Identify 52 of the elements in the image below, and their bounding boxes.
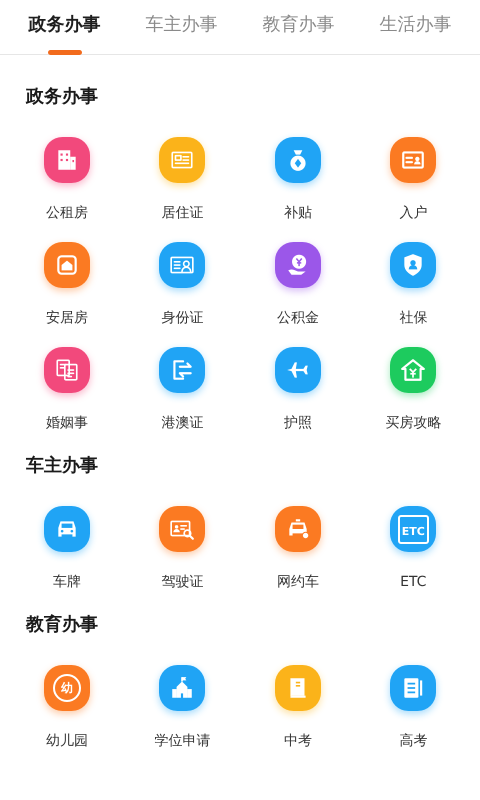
service-label: ETC [400,574,426,590]
service-label: 身份证 [161,310,204,326]
category-tab[interactable]: 教育办事 [240,0,357,54]
service-label: 买房攻略 [385,415,442,431]
service-tile[interactable] [390,242,436,288]
service-label: 中考 [284,733,312,749]
service-label: 网约车 [276,574,319,590]
house-yen-icon [400,357,426,383]
category-tab[interactable]: 政务办事 [6,0,123,54]
service-tile[interactable] [274,137,321,183]
service-label: 驾驶证 [161,574,204,590]
service-label: 幼儿园 [46,733,88,749]
service-label: 补贴 [284,205,312,221]
badge-icon: 幼 [52,674,81,702]
service-tile[interactable] [274,347,321,393]
service-tile[interactable] [274,506,321,552]
service-tile[interactable] [44,347,90,393]
service-tile[interactable] [44,506,90,552]
certificates-icon [54,357,80,383]
service-label: 公积金 [276,310,319,326]
service-tile[interactable] [44,242,90,288]
service-tile[interactable] [390,137,436,183]
service-tile[interactable] [274,242,321,288]
service-label: 婚姻事 [46,415,88,431]
service-label: 学位申请 [154,733,210,749]
service-label: 港澳证 [161,415,204,431]
service-tile[interactable] [44,137,90,183]
service-label: 安居房 [46,310,88,326]
service-label: 入户 [399,205,428,221]
service-label: 社保 [399,310,428,326]
service-tile[interactable] [159,137,206,183]
service-tile[interactable] [159,242,206,288]
service-label: 居住证 [161,205,204,221]
service-tile[interactable] [159,665,206,711]
section-title: 车主办事 [25,454,99,478]
service-tile[interactable] [390,347,436,393]
service-tile[interactable] [274,665,321,711]
service-tile[interactable] [159,506,206,552]
etc-icon: ETC [398,514,429,544]
service-tile[interactable]: ETC [390,506,436,552]
category-tab[interactable]: 生活办事 [357,0,474,54]
section-title: 政务办事 [24,85,99,109]
service-label: 高考 [399,733,428,749]
service-label: 公租房 [46,205,88,221]
service-tile[interactable] [159,347,206,393]
service-tile[interactable]: 幼 [44,665,90,711]
service-tile[interactable] [390,665,436,711]
section-title: 教育办事 [24,613,99,637]
service-label: 车牌 [52,574,81,590]
tab-indicator [48,50,82,55]
service-label: 护照 [284,415,312,431]
category-tab[interactable]: 车主办事 [123,0,240,54]
